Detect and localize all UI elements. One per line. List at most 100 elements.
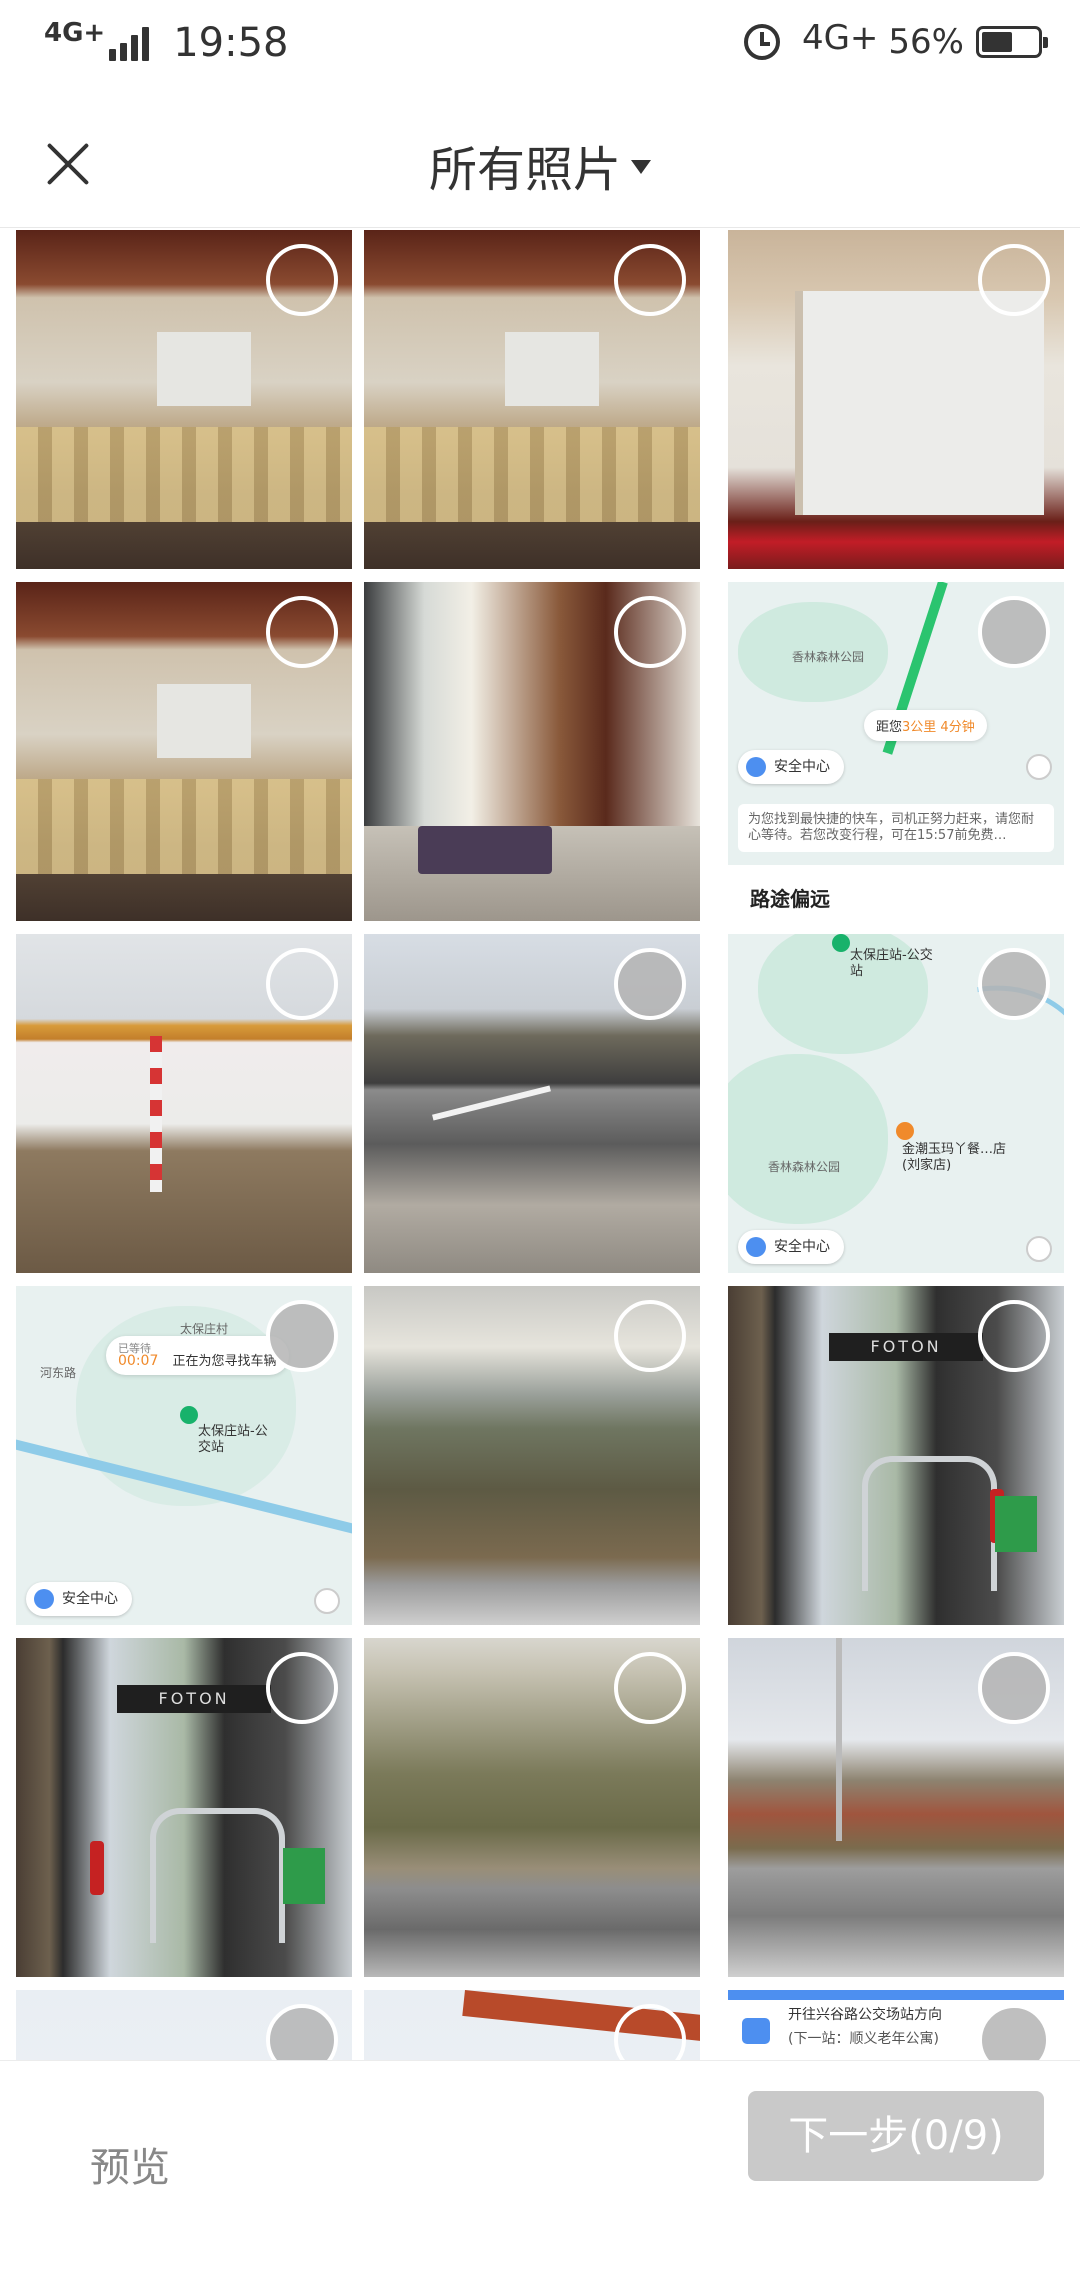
select-circle[interactable] <box>266 948 338 1020</box>
photo-content <box>795 291 1044 515</box>
network-label: 4G+ <box>44 18 106 48</box>
status-right: 4G+ 56% <box>743 18 1048 62</box>
photo-tile[interactable] <box>16 1990 352 2060</box>
select-circle[interactable] <box>266 244 338 316</box>
select-circle[interactable] <box>978 244 1050 316</box>
select-circle[interactable] <box>614 244 686 316</box>
photo-grid: 香林森林公园 距您3公里 4分钟 安全中心 为您找到最快捷的快车，司机正努力赶来… <box>16 230 1064 2060</box>
photo-content <box>16 426 352 522</box>
select-circle[interactable] <box>978 1300 1050 1372</box>
photo-content <box>89 1841 104 1896</box>
bottom-bar: 预览 下一步(0/9) <box>0 2060 1080 2280</box>
caret-down-icon[interactable] <box>631 160 651 174</box>
photo-content <box>157 331 252 407</box>
photo-content <box>150 1035 163 1192</box>
select-circle[interactable] <box>614 1652 686 1724</box>
bus-brand: FOTON <box>828 1333 984 1362</box>
select-circle[interactable] <box>266 2004 338 2060</box>
map-label: 河东路 <box>40 1366 77 1380</box>
photo-tile[interactable] <box>364 582 700 921</box>
photo-tile[interactable]: FOTON <box>16 1638 352 1977</box>
map-pin-label: 金潮玉玛丫餐…店(刘家店) <box>902 1142 1007 1173</box>
header: 所有照片 <box>0 96 1080 228</box>
bus-card-line1: 开往兴谷路公交场站方向 <box>788 2007 942 2023</box>
select-circle[interactable] <box>614 596 686 668</box>
photo-tile[interactable] <box>364 934 700 1273</box>
photo-tile[interactable] <box>728 230 1064 569</box>
photo-content <box>505 331 600 407</box>
photo-content <box>835 1638 842 1842</box>
wait-bubble: 已等待 00:07 正在为您寻找车辆 <box>106 1336 289 1375</box>
select-circle[interactable] <box>614 948 686 1020</box>
map-pin <box>832 934 850 952</box>
photo-content <box>432 1085 552 1121</box>
photo-content <box>364 426 700 522</box>
select-circle[interactable] <box>614 1300 686 1372</box>
battery-percent: 56% <box>888 22 964 62</box>
bus-brand: FOTON <box>116 1685 272 1714</box>
map-pin <box>896 1122 914 1140</box>
route-bar-text: 路途偏远 <box>750 887 830 911</box>
page-title[interactable]: 所有照片 <box>429 142 621 198</box>
map-notice: 为您找到最快捷的快车，司机正努力赶来，请您耐心等待。若您改变行程，可在15:57… <box>738 804 1054 852</box>
photo-tile[interactable]: 太保庄村 河东路 已等待 00:07 正在为您寻找车辆 太保庄站-公交站 安全中心 <box>16 1286 352 1625</box>
photo-tile[interactable] <box>16 934 352 1273</box>
photo-tile[interactable] <box>728 1638 1064 1977</box>
select-circle[interactable] <box>978 948 1050 1020</box>
locate-icon <box>1026 1236 1052 1262</box>
battery-icon <box>976 26 1048 58</box>
wait-time: 00:07 <box>118 1353 159 1369</box>
safety-center-pill: 安全中心 <box>738 1230 844 1264</box>
photo-content <box>728 1990 1064 2000</box>
album-selector[interactable]: 所有照片 <box>0 130 1080 200</box>
battery-fill <box>982 32 1012 52</box>
photo-tile[interactable] <box>364 1286 700 1625</box>
next-step-button[interactable]: 下一步(0/9) <box>748 2091 1044 2181</box>
bubble-text: 距您 <box>876 720 903 735</box>
map-label: 香林森林公园 <box>792 650 865 664</box>
photo-content <box>157 683 252 759</box>
photo-tile[interactable] <box>16 582 352 921</box>
clock: 19:58 <box>173 20 289 66</box>
locate-icon <box>314 1588 340 1614</box>
status-bar: 4G+ 19:58 4G+ 56% <box>0 0 1080 96</box>
select-circle[interactable] <box>978 596 1050 668</box>
select-circle[interactable] <box>978 2004 1050 2060</box>
photo-tile[interactable] <box>364 1990 700 2060</box>
photo-content <box>417 826 553 874</box>
signal-icon <box>109 25 153 61</box>
map-pin <box>180 1406 198 1424</box>
distance-bubble: 距您3公里 4分钟 <box>864 710 987 741</box>
photo-content <box>16 778 352 874</box>
preview-button[interactable]: 预览 <box>90 2135 170 2193</box>
searching-text: 正在为您寻找车辆 <box>172 1354 277 1369</box>
safety-center-pill: 安全中心 <box>738 750 844 784</box>
map-label: 香林森林公园 <box>768 1160 841 1174</box>
map-pin-label: 太保庄站-公交站 <box>198 1424 268 1455</box>
network-type: 4G+ <box>801 18 879 58</box>
photo-content <box>150 1807 285 1944</box>
select-circle[interactable] <box>266 596 338 668</box>
status-left: 4G+ 19:58 <box>44 18 289 66</box>
photo-tile[interactable]: 开往兴谷路公交场站方向 (下一站：顺义老年公寓) <box>728 1990 1064 2060</box>
select-circle[interactable] <box>266 1300 338 1372</box>
photo-tile[interactable] <box>16 230 352 569</box>
photo-content <box>995 1496 1038 1553</box>
route-bar: 路途偏远 <box>728 865 1064 921</box>
photo-content <box>862 1455 997 1592</box>
photo-tile[interactable]: FOTON <box>728 1286 1064 1625</box>
map-pin-label: 太保庄站-公交站 <box>850 948 933 979</box>
photo-tile[interactable]: 太保庄站-公交站 金潮玉玛丫餐…店(刘家店) 香林森林公园 安全中心 <box>728 934 1064 1273</box>
photo-tile[interactable] <box>364 1638 700 1977</box>
select-circle[interactable] <box>266 1652 338 1724</box>
map-label: 太保庄村 <box>180 1322 229 1336</box>
photo-tile[interactable]: 香林森林公园 距您3公里 4分钟 安全中心 为您找到最快捷的快车，司机正努力赶来… <box>728 582 1064 921</box>
locate-icon <box>1026 754 1052 780</box>
bubble-highlight: 3公里 4分钟 <box>902 720 975 735</box>
safety-center-pill: 安全中心 <box>26 1582 132 1616</box>
bus-icon <box>742 2018 770 2044</box>
photo-tile[interactable] <box>364 230 700 569</box>
select-circle[interactable] <box>978 1652 1050 1724</box>
photo-content <box>283 1848 326 1905</box>
alarm-icon <box>743 24 780 60</box>
